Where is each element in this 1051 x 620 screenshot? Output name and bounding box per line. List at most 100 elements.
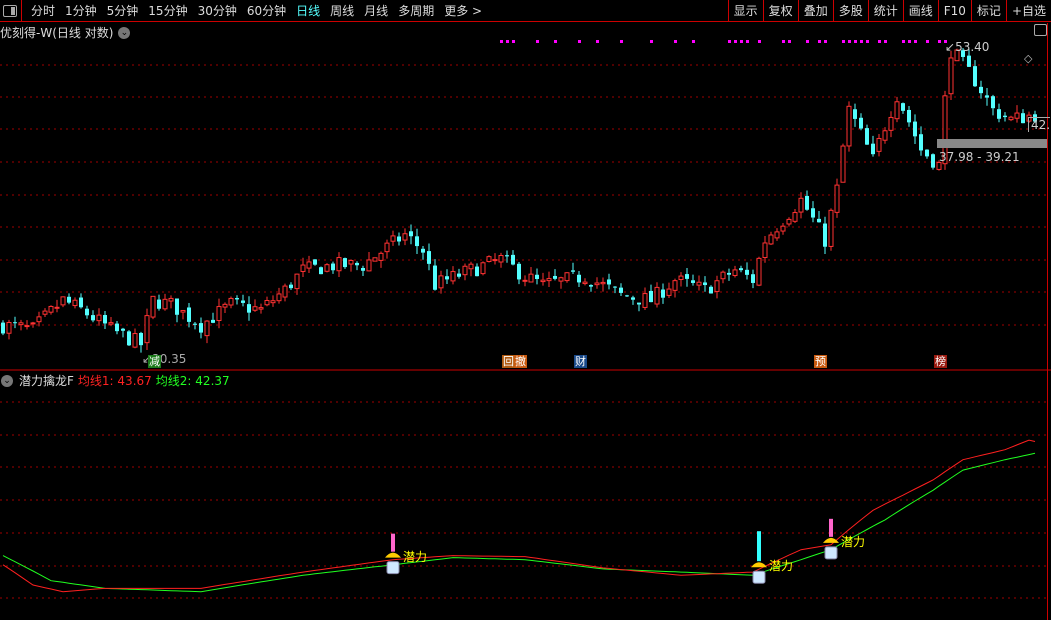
event-tag[interactable]: 预 bbox=[814, 355, 827, 368]
candle-down bbox=[661, 289, 665, 298]
candle-down bbox=[511, 254, 515, 265]
candle-down bbox=[589, 285, 593, 287]
candle-down bbox=[331, 263, 335, 271]
event-tag[interactable]: 撤 bbox=[514, 355, 527, 368]
signal-label: 潜力 bbox=[403, 549, 428, 564]
marker-dot bbox=[674, 40, 677, 43]
event-tag[interactable]: 减 bbox=[148, 355, 161, 368]
marker-dot bbox=[902, 40, 905, 43]
candle-up bbox=[162, 298, 168, 310]
candle-up bbox=[258, 307, 264, 310]
candle-up bbox=[438, 275, 444, 289]
marker-dot bbox=[506, 40, 509, 43]
marker-dot bbox=[818, 40, 821, 43]
candle-up bbox=[582, 281, 588, 285]
marker-dot bbox=[842, 40, 845, 43]
candle-up bbox=[846, 105, 852, 147]
candle-down bbox=[235, 298, 239, 300]
candle-down bbox=[289, 284, 293, 289]
candle-up bbox=[276, 293, 282, 302]
candle-up bbox=[486, 256, 492, 263]
candle-down bbox=[1021, 113, 1025, 124]
candle-down bbox=[691, 280, 695, 283]
candle-up bbox=[894, 101, 900, 120]
candle-down bbox=[13, 322, 17, 324]
current-price-label: 42. bbox=[1028, 117, 1051, 132]
candle-up bbox=[366, 259, 372, 272]
candle-down bbox=[433, 265, 437, 290]
marker-dot bbox=[734, 40, 737, 43]
candle-up bbox=[786, 218, 792, 225]
candle-down bbox=[187, 307, 191, 322]
candle-up bbox=[252, 306, 258, 311]
candle-down bbox=[967, 55, 971, 67]
candle-down bbox=[871, 143, 875, 155]
candle-up bbox=[462, 265, 468, 276]
candle-down bbox=[853, 109, 857, 119]
range-bar bbox=[937, 139, 1047, 148]
candle-up bbox=[948, 57, 954, 95]
candle-up bbox=[666, 288, 672, 296]
candle-up bbox=[696, 281, 702, 286]
marker-dot bbox=[914, 40, 917, 43]
panel-toggle-icon[interactable] bbox=[1034, 24, 1047, 36]
candle-down bbox=[67, 296, 71, 303]
candle-up bbox=[498, 255, 504, 263]
candle-up bbox=[600, 281, 606, 285]
candle-down bbox=[727, 272, 731, 275]
candle-up bbox=[36, 316, 42, 323]
signal-icon bbox=[751, 562, 767, 568]
candle-down bbox=[865, 128, 869, 145]
event-tag[interactable]: 财 bbox=[574, 355, 587, 368]
candle-down bbox=[427, 251, 431, 264]
event-tag[interactable]: 榜 bbox=[934, 355, 947, 368]
ma2-legend: 均线2: 42.37 bbox=[155, 374, 230, 388]
candle-up bbox=[480, 262, 486, 275]
candle-down bbox=[925, 149, 929, 157]
indicator-name[interactable]: 潜力擒龙F bbox=[19, 372, 74, 389]
diamond-icon[interactable]: ◇ bbox=[1024, 52, 1032, 65]
candle-down bbox=[397, 236, 401, 242]
candle-down bbox=[817, 218, 821, 223]
marker-dot bbox=[926, 40, 929, 43]
candle-down bbox=[175, 298, 179, 315]
marker-dot bbox=[908, 40, 911, 43]
candle-down bbox=[823, 223, 827, 247]
candle-down bbox=[703, 282, 707, 286]
candle-down bbox=[505, 255, 509, 257]
candle-up bbox=[18, 322, 24, 326]
ma2-line bbox=[2, 452, 1036, 593]
candle-up bbox=[204, 320, 210, 337]
candle-up bbox=[48, 305, 54, 313]
candle-up bbox=[840, 145, 846, 183]
candle-down bbox=[553, 275, 557, 279]
candle-down bbox=[157, 299, 161, 309]
candle-up bbox=[1014, 112, 1020, 119]
marker-dot bbox=[740, 40, 743, 43]
candle-down bbox=[121, 328, 125, 331]
marker-dot bbox=[596, 40, 599, 43]
kline-chart[interactable] bbox=[0, 0, 1051, 620]
marker-dot bbox=[578, 40, 581, 43]
candle-up bbox=[144, 315, 150, 344]
candle-up bbox=[888, 116, 894, 131]
candle-up bbox=[654, 286, 660, 305]
candle-down bbox=[973, 66, 977, 87]
marker-dot bbox=[554, 40, 557, 43]
candle-up bbox=[756, 257, 762, 286]
candle-down bbox=[613, 286, 617, 288]
candle-down bbox=[997, 109, 1001, 119]
chevron-down-icon[interactable]: ⌄ bbox=[1, 374, 13, 387]
candle-down bbox=[919, 134, 923, 151]
candle-up bbox=[450, 271, 456, 282]
candle-down bbox=[127, 331, 131, 346]
candle-up bbox=[672, 280, 678, 291]
candle-down bbox=[79, 297, 83, 308]
ma1-line bbox=[2, 439, 1036, 593]
candle-up bbox=[780, 225, 786, 232]
candle-up bbox=[30, 322, 36, 325]
candle-down bbox=[685, 274, 689, 279]
candle-down bbox=[313, 259, 317, 265]
signal-spike bbox=[829, 518, 833, 537]
candle-up bbox=[678, 275, 684, 281]
